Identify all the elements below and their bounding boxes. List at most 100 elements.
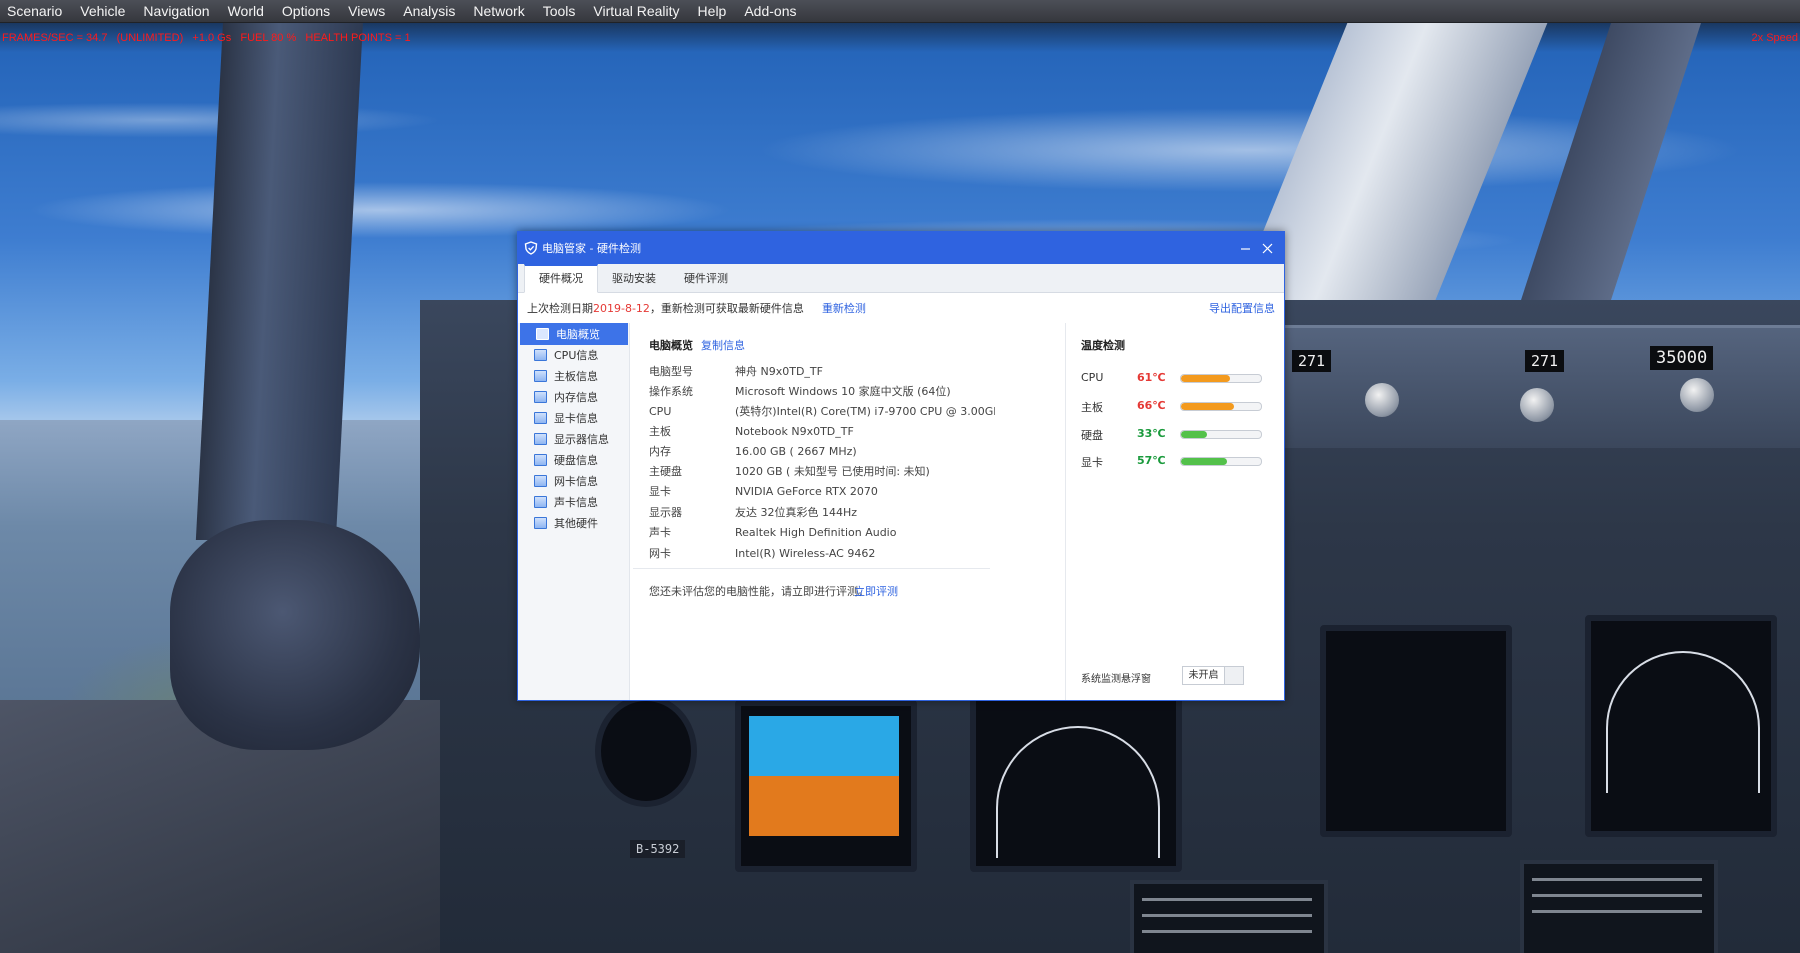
- mode-control-panel: 271 271 35000: [1280, 325, 1800, 448]
- hardware-detection-window: 电脑管家 - 硬件检测 硬件概况 驱动安装 硬件评测 上次检测日期 2019-8…: [517, 231, 1285, 701]
- temp-gauge: [1180, 374, 1262, 383]
- navigation-display: [970, 690, 1182, 872]
- menu-add-ons[interactable]: Add-ons: [735, 0, 805, 22]
- sim-speed-indicator: 2x Speed: [1751, 32, 1798, 44]
- info-prefix: 上次检测日期: [527, 302, 593, 315]
- row-key: 显示器: [649, 506, 682, 519]
- sidebar-item-cpu[interactable]: CPU信息: [518, 344, 629, 366]
- sidebar-item-sound-card[interactable]: 声卡信息: [518, 491, 629, 513]
- sim-status-line: FRAMES/SEC = 34.7 (UNLIMITED) +1.0 Gs FU…: [2, 32, 411, 44]
- evaluation-prompt: 您还未评估您的电脑性能，请立即进行评测。: [649, 585, 869, 598]
- sidebar-item-label: 声卡信息: [554, 496, 598, 509]
- cpu-icon: [534, 349, 547, 361]
- attitude-sky: [749, 716, 899, 776]
- sidebar-item-disk[interactable]: 硬盘信息: [518, 449, 629, 471]
- menu-analysis[interactable]: Analysis: [394, 0, 464, 22]
- sidebar-item-overview[interactable]: 电脑概览: [520, 323, 628, 345]
- window-title-bar[interactable]: 电脑管家 - 硬件检测: [518, 232, 1284, 264]
- fms-line: [1142, 930, 1312, 933]
- tab-driver-install[interactable]: 驱动安装: [598, 265, 670, 292]
- menu-world[interactable]: World: [219, 0, 273, 22]
- row-value: 神舟 N9x0TD_TF: [735, 365, 823, 378]
- close-icon: [1262, 243, 1272, 253]
- menu-views[interactable]: Views: [339, 0, 394, 22]
- temp-label: 显卡: [1081, 456, 1103, 469]
- menu-help[interactable]: Help: [689, 0, 736, 22]
- last-detection-date: 2019-8-12: [593, 301, 650, 315]
- overview-divider: [633, 568, 990, 569]
- row-value: Intel(R) Wireless-AC 9462: [735, 547, 876, 560]
- sidebar-item-monitor[interactable]: 显示器信息: [518, 428, 629, 450]
- menu-network[interactable]: Network: [464, 0, 533, 22]
- temp-value: 61℃: [1137, 371, 1166, 384]
- row-key: 声卡: [649, 526, 671, 539]
- row-key: 主硬盘: [649, 465, 682, 478]
- heading-knob[interactable]: [1520, 388, 1554, 422]
- row-key: 网卡: [649, 547, 671, 560]
- detection-info-bar: 上次检测日期 2019-8-12 ，重新检测可获取最新硬件信息 重新检测 导出配…: [518, 293, 1284, 323]
- sidebar-item-label: 内存信息: [554, 391, 598, 404]
- compass-arc: [996, 726, 1160, 858]
- row-value: 1020 GB ( 未知型号 已使用时间: 未知): [735, 465, 930, 478]
- menu-vehicle[interactable]: Vehicle: [71, 0, 134, 22]
- standby-clock: [595, 695, 697, 807]
- sidebar-item-label: 主板信息: [554, 370, 598, 383]
- gpu-icon: [534, 412, 547, 424]
- row-value: (英特尔)Intel(R) Core(TM) i7-9700 CPU @ 3.0…: [735, 405, 995, 418]
- motherboard-icon: [534, 370, 547, 382]
- computer-icon: [536, 328, 549, 340]
- menu-options[interactable]: Options: [273, 0, 339, 22]
- row-key: 操作系统: [649, 385, 693, 398]
- temp-row-gpu: 显卡 57℃: [1081, 452, 1276, 470]
- altitude-readout: 35000: [1650, 346, 1714, 370]
- toggle-knob: [1225, 667, 1243, 684]
- tab-hardware-overview[interactable]: 硬件概况: [524, 264, 598, 293]
- copy-info-link[interactable]: 复制信息: [701, 337, 745, 353]
- menu-virtual-reality[interactable]: Virtual Reality: [584, 0, 688, 22]
- altitude-knob[interactable]: [1680, 378, 1714, 412]
- recheck-link[interactable]: 重新检测: [822, 300, 866, 316]
- close-button[interactable]: [1256, 232, 1278, 264]
- shield-icon: [524, 241, 538, 255]
- row-value: Microsoft Windows 10 家庭中文版 (64位): [735, 385, 951, 398]
- hardware-sidebar: 电脑概览 CPU信息 主板信息 内存信息 显卡信息 显示器信息 硬盘信息 网卡信…: [518, 323, 630, 700]
- sidebar-item-gpu[interactable]: 显卡信息: [518, 407, 629, 429]
- sidebar-item-label: 网卡信息: [554, 475, 598, 488]
- tab-hardware-benchmark[interactable]: 硬件评测: [670, 265, 742, 292]
- sidebar-item-other-hardware[interactable]: 其他硬件: [518, 512, 629, 534]
- sidebar-item-label: 显示器信息: [554, 433, 609, 446]
- temp-label: 硬盘: [1081, 429, 1103, 442]
- temp-label: 主板: [1081, 401, 1103, 414]
- network-card-icon: [534, 475, 547, 487]
- export-config-link[interactable]: 导出配置信息: [1209, 300, 1275, 316]
- sidebar-item-network-card[interactable]: 网卡信息: [518, 470, 629, 492]
- overview-heading: 电脑概览: [649, 339, 693, 352]
- sidebar-item-motherboard[interactable]: 主板信息: [518, 365, 629, 387]
- speed-knob[interactable]: [1365, 383, 1399, 417]
- fms-line: [1532, 894, 1702, 897]
- menu-scenario[interactable]: Scenario: [0, 0, 71, 22]
- window-pillar-left: [195, 0, 365, 540]
- menu-tools[interactable]: Tools: [534, 0, 585, 22]
- fms-line: [1532, 878, 1702, 881]
- control-yoke[interactable]: [170, 520, 420, 750]
- navigation-display-fo: [1585, 615, 1777, 837]
- row-key: 显卡: [649, 485, 671, 498]
- minimize-button[interactable]: [1234, 232, 1256, 264]
- heading-readout: 271: [1525, 350, 1565, 372]
- fms-line: [1532, 910, 1702, 913]
- evaluate-now-link[interactable]: 立即评测: [854, 583, 898, 599]
- row-key: 电脑型号: [649, 365, 693, 378]
- temp-gauge: [1180, 402, 1262, 411]
- sidebar-item-label: 显卡信息: [554, 412, 598, 425]
- fms-line: [1142, 898, 1312, 901]
- computer-overview-panel: 电脑概览 复制信息 电脑型号 神舟 N9x0TD_TF 操作系统 Microso…: [633, 323, 995, 700]
- menu-navigation[interactable]: Navigation: [134, 0, 218, 22]
- sidebar-item-memory[interactable]: 内存信息: [518, 386, 629, 408]
- temp-value: 57℃: [1137, 454, 1166, 467]
- temp-row-cpu: CPU 61℃: [1081, 369, 1276, 387]
- row-key: 主板: [649, 425, 671, 438]
- row-value: 16.00 GB ( 2667 MHz): [735, 445, 857, 458]
- temperature-heading: 温度检测: [1081, 339, 1125, 352]
- monitor-float-toggle[interactable]: 未开启: [1182, 666, 1244, 685]
